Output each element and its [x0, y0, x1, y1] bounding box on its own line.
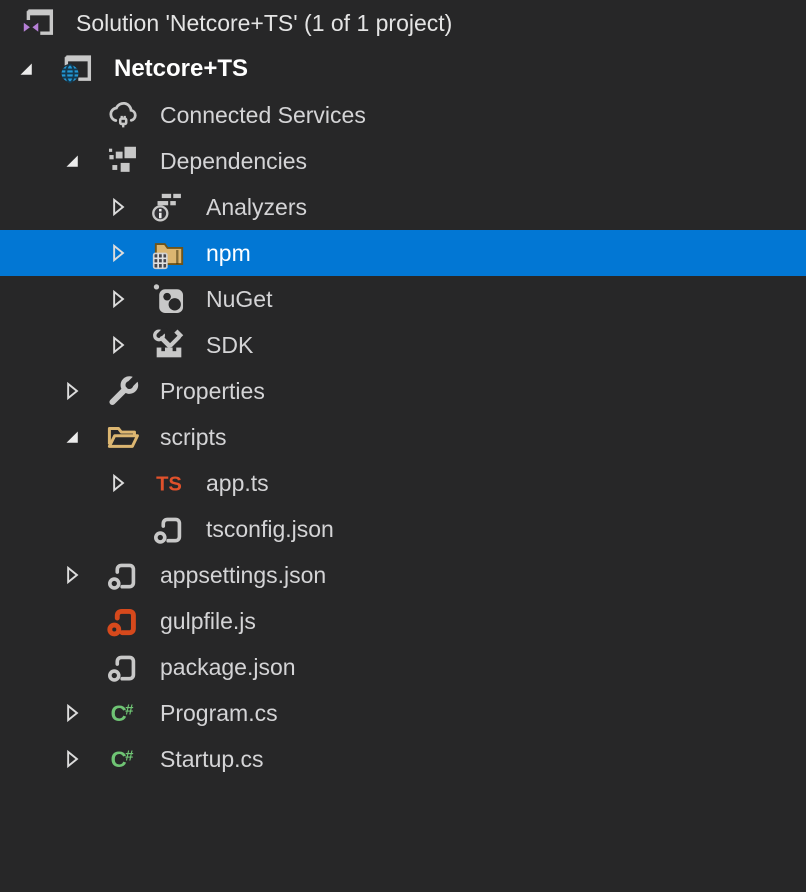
- svg-text:TS: TS: [156, 474, 182, 496]
- tree-item-label: Program.cs: [160, 700, 278, 727]
- expanded-arrow-icon[interactable]: [52, 414, 98, 460]
- svg-text:#: #: [125, 749, 134, 765]
- tree-item-package-json[interactable]: package.json: [0, 644, 806, 690]
- collapsed-arrow-icon[interactable]: [52, 690, 98, 736]
- tree-item-label: SDK: [206, 332, 253, 359]
- tree-item-label: tsconfig.json: [206, 516, 334, 543]
- solution-icon: [14, 0, 64, 46]
- tree-item-label: package.json: [160, 654, 296, 681]
- connected-services-icon: [98, 92, 148, 138]
- tree-item-label: app.ts: [206, 470, 269, 497]
- nuget-icon: [144, 276, 194, 322]
- javascript-icon: [98, 598, 148, 644]
- tree-item-dependencies[interactable]: Dependencies: [0, 138, 806, 184]
- json-icon: [144, 506, 194, 552]
- collapsed-arrow-icon[interactable]: [52, 552, 98, 598]
- folder-open-icon: [98, 414, 148, 460]
- tree-item-label: npm: [206, 240, 251, 267]
- collapsed-arrow-icon[interactable]: [98, 230, 144, 276]
- tree-item-tsconfig-json[interactable]: tsconfig.json: [0, 506, 806, 552]
- sdk-icon: [144, 322, 194, 368]
- expander-spacer: [52, 598, 98, 644]
- tree-item-app-ts[interactable]: TS app.ts: [0, 460, 806, 506]
- tree-item-analyzers[interactable]: Analyzers: [0, 184, 806, 230]
- collapsed-arrow-icon[interactable]: [98, 276, 144, 322]
- collapsed-arrow-icon[interactable]: [98, 322, 144, 368]
- wrench-icon: [98, 368, 148, 414]
- tree-item-appsettings-json[interactable]: appsettings.json: [0, 552, 806, 598]
- json-icon: [98, 552, 148, 598]
- tree-item-gulpfile-js[interactable]: gulpfile.js: [0, 598, 806, 644]
- tree-item-connected-services[interactable]: Connected Services: [0, 92, 806, 138]
- collapsed-arrow-icon[interactable]: [98, 460, 144, 506]
- collapsed-arrow-icon[interactable]: [52, 736, 98, 782]
- tree-item-label: Connected Services: [160, 102, 366, 129]
- collapsed-arrow-icon[interactable]: [52, 368, 98, 414]
- tree-item-label: scripts: [160, 424, 226, 451]
- tree-item-netcore-ts[interactable]: Netcore+TS: [0, 46, 806, 92]
- analyzers-icon: [144, 184, 194, 230]
- tree-item-label: Netcore+TS: [114, 55, 248, 83]
- expanded-arrow-icon[interactable]: [6, 46, 52, 92]
- expander-spacer: [98, 506, 144, 552]
- csharp-icon: C #: [98, 690, 148, 736]
- tree-item-properties[interactable]: Properties: [0, 368, 806, 414]
- tree-item-label: Dependencies: [160, 148, 307, 175]
- tree-item-label: Properties: [160, 378, 265, 405]
- json-icon: [98, 644, 148, 690]
- solution-explorer-tree: Solution 'Netcore+TS' (1 of 1 project) N…: [0, 0, 806, 782]
- tree-item-label: gulpfile.js: [160, 608, 256, 635]
- csharp-icon: C #: [98, 736, 148, 782]
- tree-item-label: Solution 'Netcore+TS' (1 of 1 project): [76, 10, 452, 37]
- svg-text:#: #: [125, 703, 134, 719]
- tree-item-startup-cs[interactable]: C # Startup.cs: [0, 736, 806, 782]
- project-icon: [52, 46, 102, 92]
- typescript-icon: TS: [144, 460, 194, 506]
- tree-item-sdk[interactable]: SDK: [0, 322, 806, 368]
- tree-item-program-cs[interactable]: C # Program.cs: [0, 690, 806, 736]
- expander-spacer: [52, 644, 98, 690]
- tree-item-label: NuGet: [206, 286, 272, 313]
- dependencies-icon: [98, 138, 148, 184]
- tree-item-solution-netcore-ts-1-of-1-project[interactable]: Solution 'Netcore+TS' (1 of 1 project): [0, 0, 806, 46]
- tree-item-label: Analyzers: [206, 194, 307, 221]
- expander-spacer: [52, 92, 98, 138]
- tree-item-scripts[interactable]: scripts: [0, 414, 806, 460]
- tree-item-npm[interactable]: npm: [0, 230, 806, 276]
- tree-item-label: Startup.cs: [160, 746, 264, 773]
- tree-item-label: appsettings.json: [160, 562, 326, 589]
- tree-item-nuget[interactable]: NuGet: [0, 276, 806, 322]
- expanded-arrow-icon[interactable]: [52, 138, 98, 184]
- npm-folder-icon: [144, 230, 194, 276]
- collapsed-arrow-icon[interactable]: [98, 184, 144, 230]
